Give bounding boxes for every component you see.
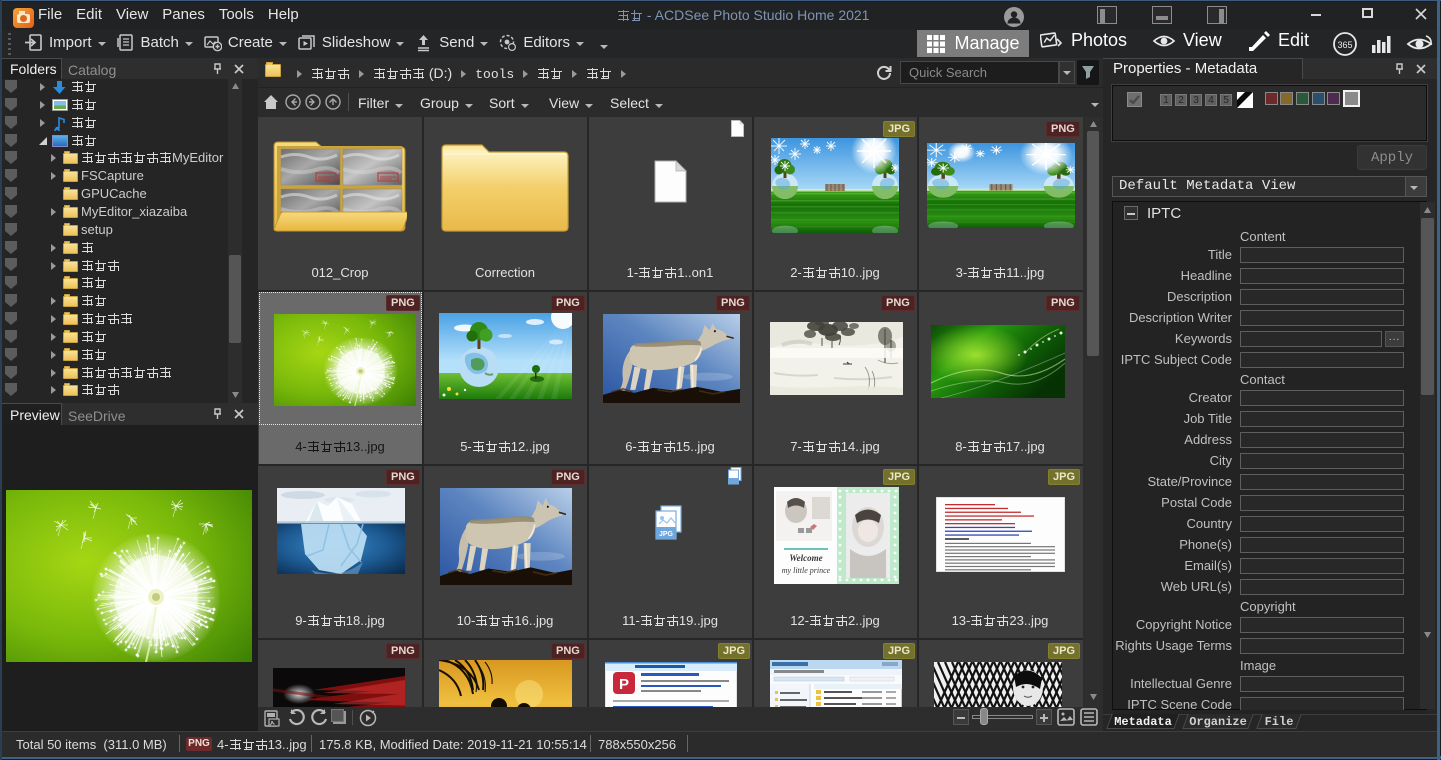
- svg-text:my little prince: my little prince: [782, 566, 831, 575]
- svg-text:JPG: JPG: [659, 531, 674, 538]
- svg-text:365: 365: [1337, 40, 1352, 50]
- svg-text:P: P: [619, 676, 629, 693]
- svg-text:Welcome: Welcome: [789, 553, 822, 563]
